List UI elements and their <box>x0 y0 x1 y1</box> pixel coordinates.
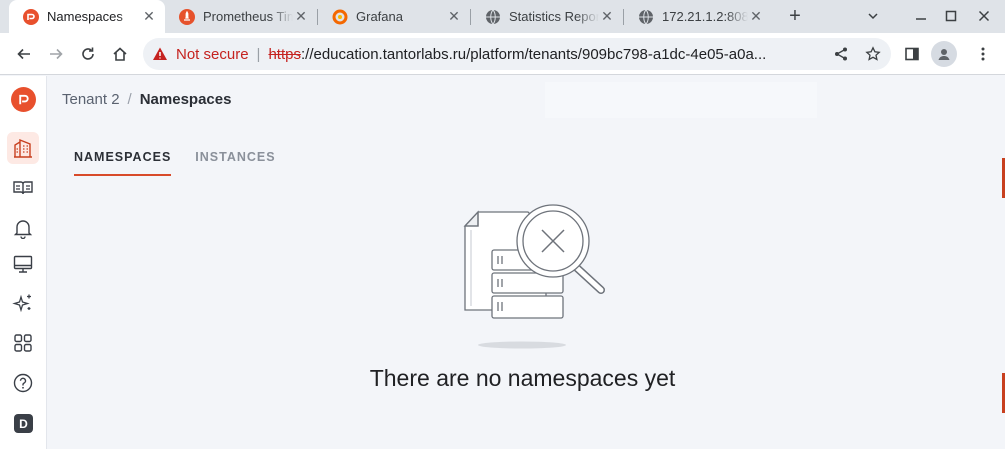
browser-tab-ip[interactable]: 172.21.1.2:8080 ✕ <box>624 0 772 33</box>
breadcrumb: Tenant 2 / Namespaces <box>62 91 231 108</box>
tenants-building-icon[interactable] <box>7 132 39 164</box>
minimize-window-icon[interactable] <box>909 4 933 28</box>
tab-namespaces[interactable]: NAMESPACES <box>74 150 172 176</box>
not-secure-label[interactable]: Not secure <box>176 46 249 63</box>
monitor-icon[interactable] <box>7 248 39 280</box>
illustration-shadow <box>478 341 566 349</box>
help-icon[interactable] <box>7 367 39 399</box>
empty-search-illustration <box>463 204 605 349</box>
home-icon[interactable] <box>107 41 133 67</box>
user-avatar[interactable]: D <box>14 414 33 433</box>
tab-title: Prometheus Time Series <box>203 9 293 24</box>
globe-icon <box>486 9 500 24</box>
url-text[interactable]: https://education.tantorlabs.ru/platform… <box>268 46 816 63</box>
side-panel-icon[interactable] <box>899 41 925 67</box>
browser-tab-statistics[interactable]: Statistics Report ✕ <box>471 0 623 33</box>
browser-tab-namespaces[interactable]: Namespaces ✕ <box>9 0 165 33</box>
reload-icon[interactable] <box>75 41 101 67</box>
back-arrow-icon[interactable] <box>11 41 37 67</box>
profile-avatar-icon[interactable] <box>931 41 957 67</box>
header-placeholder <box>545 82 817 118</box>
close-tab-icon[interactable]: ✕ <box>748 8 764 25</box>
omnibox-divider: | <box>256 45 261 63</box>
book-icon[interactable] <box>7 172 39 204</box>
tab-title: Namespaces <box>47 9 123 24</box>
globe-icon <box>639 9 653 24</box>
browser-menu-icon[interactable] <box>970 41 996 67</box>
bookmark-star-icon[interactable] <box>865 46 881 62</box>
empty-state-title: There are no namespaces yet <box>369 365 676 391</box>
tab-title: 172.21.1.2:8080 <box>662 9 748 24</box>
close-tab-icon[interactable]: ✕ <box>141 8 157 25</box>
warning-triangle-icon[interactable] <box>152 46 168 62</box>
prometheus-icon <box>179 8 195 25</box>
breadcrumb-separator: / <box>127 91 132 108</box>
close-tab-icon[interactable]: ✕ <box>446 8 462 25</box>
share-icon[interactable] <box>833 46 849 62</box>
tab-instances[interactable]: INSTANCES <box>195 150 275 176</box>
url-path: ://education.tantorlabs.ru/platform/tena… <box>300 45 767 63</box>
browser-tab-grafana[interactable]: Grafana ✕ <box>318 0 470 33</box>
tantor-logo-icon[interactable] <box>11 87 36 112</box>
tab-title: Statistics Report <box>509 9 599 24</box>
breadcrumb-tenant-link[interactable]: Tenant 2 <box>62 91 120 108</box>
new-tab-button[interactable]: + <box>783 4 807 28</box>
content-tabs: NAMESPACES INSTANCES <box>74 150 300 176</box>
maximize-window-icon[interactable] <box>939 4 963 28</box>
close-tab-icon[interactable]: ✕ <box>293 8 309 25</box>
forward-arrow-icon[interactable] <box>43 41 69 67</box>
bell-icon[interactable] <box>7 212 39 244</box>
grafana-icon <box>332 9 348 24</box>
address-bar[interactable]: Not secure | https://education.tantorlab… <box>143 38 891 70</box>
browser-toolbar: Not secure | https://education.tantorlab… <box>0 33 1005 75</box>
close-tab-icon[interactable]: ✕ <box>599 8 615 25</box>
tab-search-chevron-icon[interactable] <box>861 4 885 28</box>
close-window-icon[interactable] <box>972 4 996 28</box>
apps-grid-icon[interactable] <box>7 327 39 359</box>
tab-title: Grafana <box>356 9 403 24</box>
tantor-logo-icon <box>23 8 39 25</box>
browser-tab-prometheus[interactable]: Prometheus Time Series ✕ <box>165 0 317 33</box>
browser-tab-strip: Namespaces ✕ Prometheus Time Series ✕ Gr… <box>0 0 1005 33</box>
app-sidebar: D <box>0 76 47 449</box>
page-title: Namespaces <box>139 91 232 108</box>
url-scheme: https <box>268 45 301 63</box>
sparkles-icon[interactable] <box>7 287 39 319</box>
